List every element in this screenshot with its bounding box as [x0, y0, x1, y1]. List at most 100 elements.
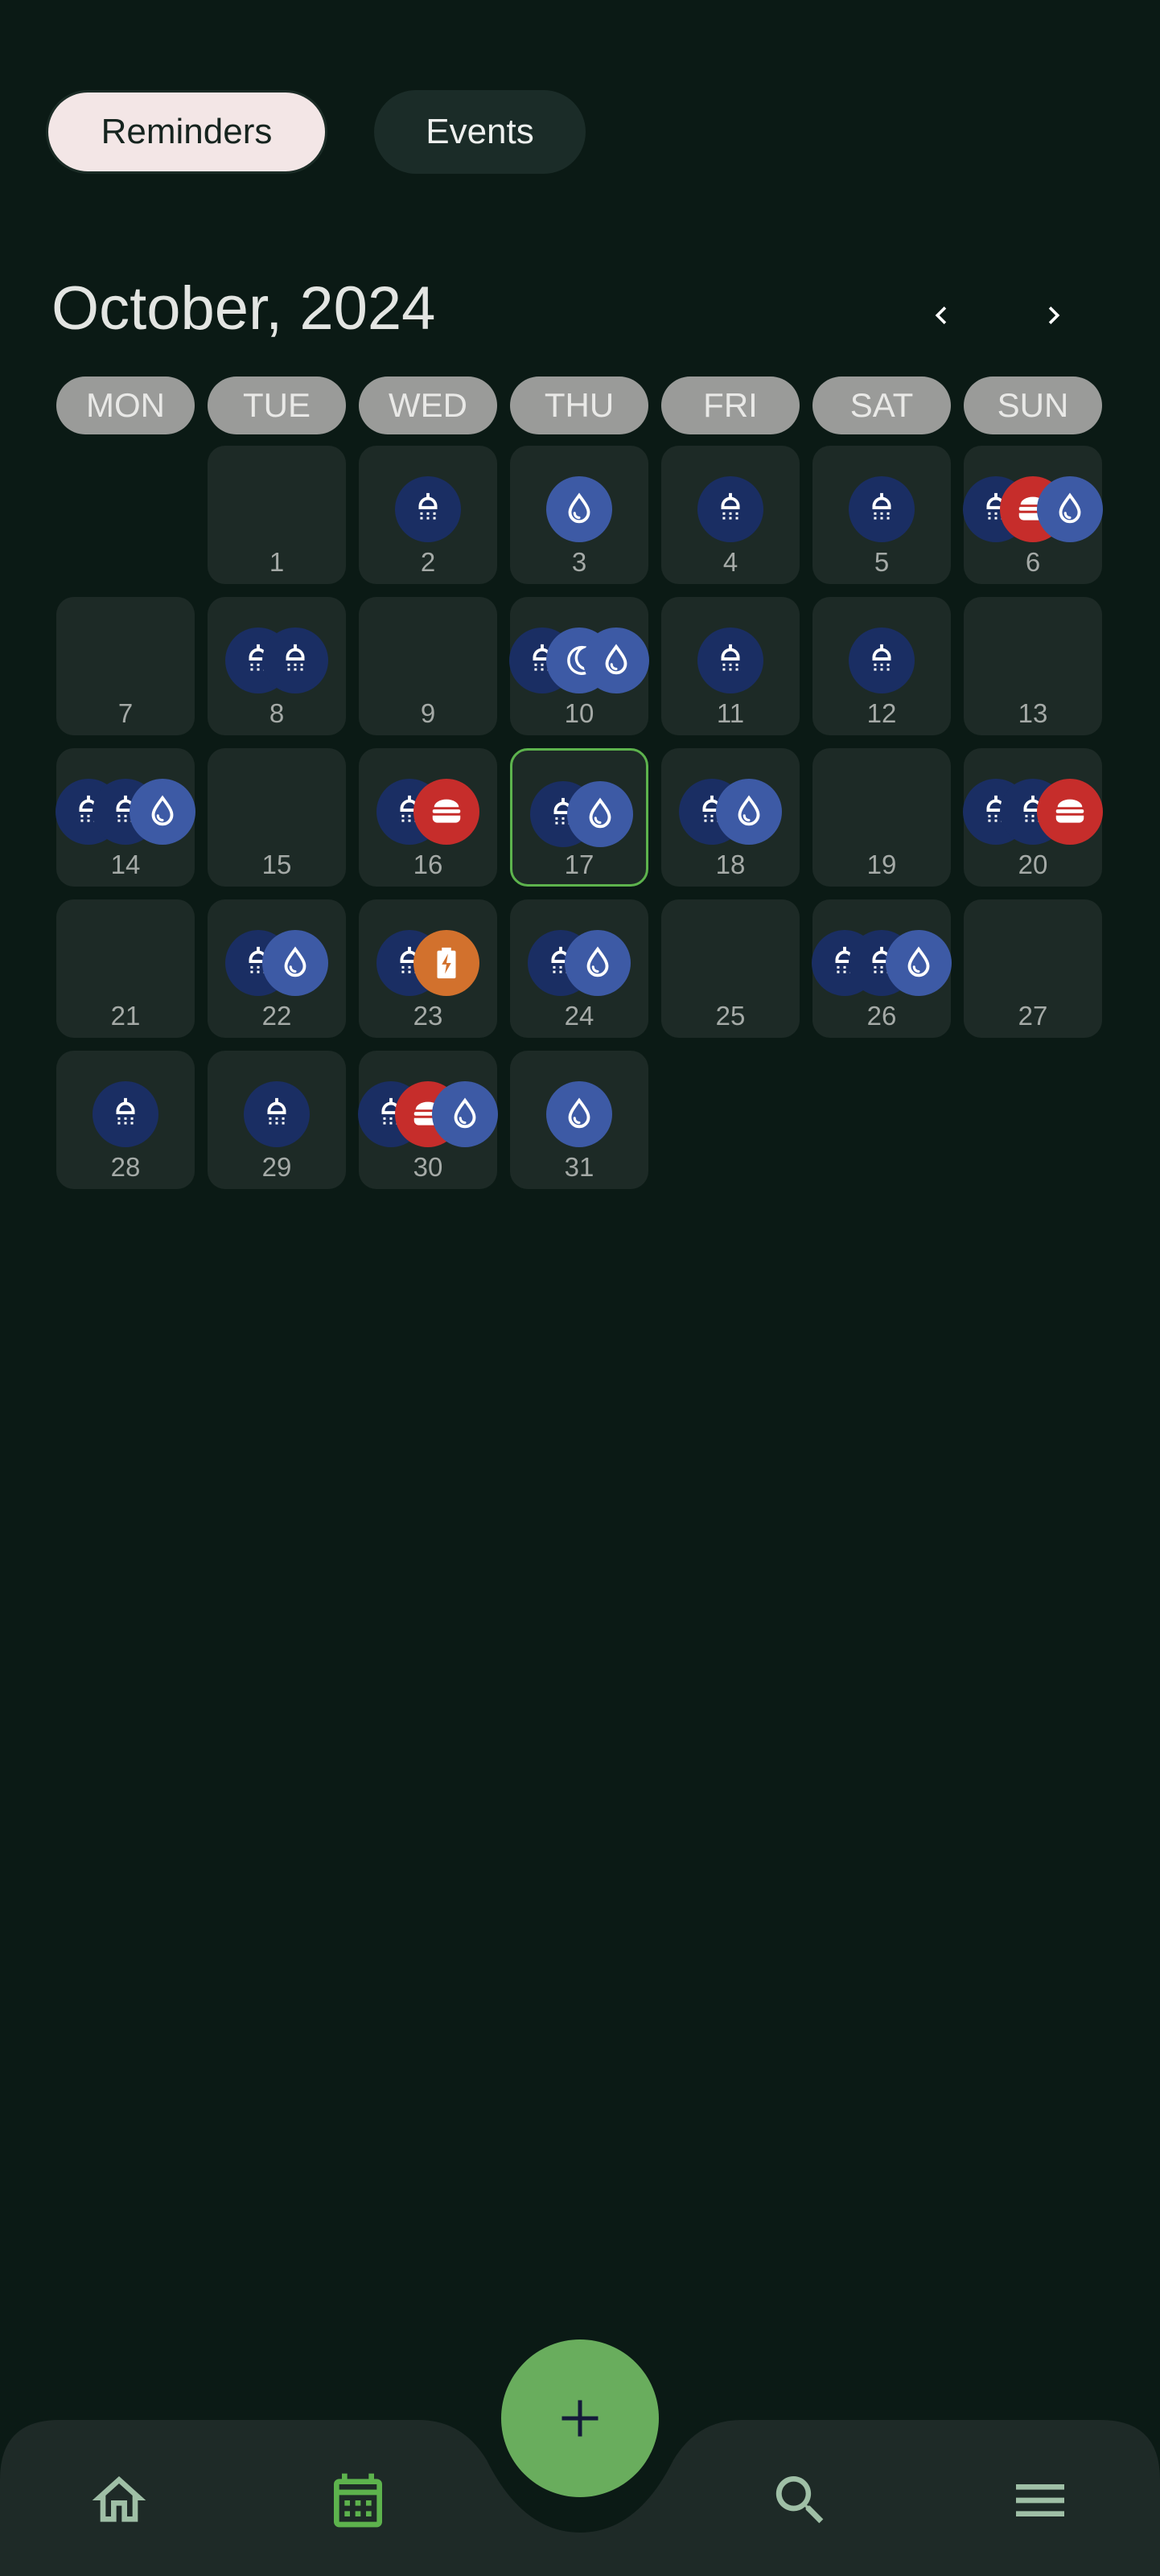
nav-calendar[interactable]: [318, 2465, 398, 2536]
day-reminder-icons: [812, 476, 951, 542]
chevron-right-icon: [1048, 307, 1060, 324]
nav-home[interactable]: [79, 2465, 159, 2536]
day-number: 27: [1018, 1001, 1048, 1031]
calendar-day-17[interactable]: 17: [510, 748, 648, 887]
calendar-day-8[interactable]: 8: [208, 597, 346, 735]
calendar-day-1[interactable]: 1: [208, 446, 346, 584]
day-number: 9: [420, 698, 436, 728]
shower-icon: [244, 1081, 310, 1147]
day-number: 2: [420, 547, 436, 577]
calendar-day-24[interactable]: 24: [510, 899, 648, 1038]
calendar-day-9[interactable]: 9: [359, 597, 497, 735]
day-reminder-icons: [359, 476, 497, 542]
calendar-day-25[interactable]: 25: [661, 899, 800, 1038]
tab-reminders[interactable]: Reminders: [46, 90, 327, 174]
calendar-day-27[interactable]: 27: [964, 899, 1102, 1038]
day-number: 6: [1025, 547, 1041, 577]
weekday-wed: WED: [359, 377, 497, 434]
day-reminder-icons: [510, 476, 648, 542]
calendar-day-4[interactable]: 4: [661, 446, 800, 584]
day-number: 15: [261, 850, 292, 879]
shower-icon: [849, 628, 915, 693]
day-number: 13: [1018, 698, 1048, 728]
day-number: 11: [716, 698, 745, 728]
day-reminder-icons: [510, 930, 648, 996]
water-drop-icon: [432, 1081, 498, 1147]
calendar-day-18[interactable]: 18: [661, 748, 800, 887]
calendar-day-16[interactable]: 16: [359, 748, 497, 887]
shower-icon: [697, 628, 763, 693]
calendar-day-31[interactable]: 31: [510, 1051, 648, 1189]
shower-icon: [697, 476, 763, 542]
day-number: 3: [571, 547, 587, 577]
calendar-day-10[interactable]: 10: [509, 597, 649, 735]
calendar-day-15[interactable]: 15: [208, 748, 346, 887]
water-drop-icon: [130, 779, 195, 845]
calendar-day-6[interactable]: 6: [963, 446, 1103, 584]
calendar-day-5[interactable]: 5: [812, 446, 951, 584]
calendar-day-21[interactable]: 21: [56, 899, 195, 1038]
weekday-tue: TUE: [208, 377, 346, 434]
tab-events[interactable]: Events: [374, 90, 586, 174]
shower-icon: [93, 1081, 158, 1147]
day-number: 17: [564, 850, 594, 879]
day-reminder-icons: [661, 628, 800, 693]
day-reminder-icons: [56, 779, 195, 845]
month-title: October, 2024: [51, 274, 436, 343]
water-drop-icon: [262, 930, 328, 996]
day-reminder-icons: [512, 781, 646, 847]
calendar-day-29[interactable]: 29: [208, 1051, 346, 1189]
day-number: 10: [564, 698, 594, 728]
day-number: 29: [261, 1152, 292, 1182]
shower-icon: [849, 476, 915, 542]
day-number: 31: [564, 1152, 594, 1182]
nav-search[interactable]: [760, 2465, 841, 2536]
calendar-day-11[interactable]: 11: [661, 597, 800, 735]
day-number: 16: [413, 850, 443, 879]
next-month-button[interactable]: [1022, 283, 1086, 348]
weekday-sat: SAT: [812, 377, 951, 434]
search-icon: [775, 2476, 824, 2524]
weekday-sun: SUN: [964, 377, 1102, 434]
day-reminder-icons: [358, 1081, 498, 1147]
water-drop-icon: [546, 1081, 612, 1147]
day-reminder-icons: [661, 779, 800, 845]
calendar-day-30[interactable]: 30: [358, 1051, 498, 1189]
calendar-day-23[interactable]: 23: [359, 899, 497, 1038]
water-drop-icon: [583, 628, 649, 693]
weekday-fri: FRI: [661, 377, 800, 434]
previous-month-button[interactable]: [909, 283, 973, 348]
day-number: 5: [874, 547, 890, 577]
calendar-day-22[interactable]: 22: [208, 899, 346, 1038]
calendar-day-28[interactable]: 28: [56, 1051, 195, 1189]
water-drop-icon: [886, 930, 952, 996]
day-reminder-icons: [359, 779, 497, 845]
menu-icon: [1016, 2484, 1064, 2516]
water-drop-icon: [546, 476, 612, 542]
day-reminder-icons: [963, 476, 1103, 542]
day-number: 12: [866, 698, 897, 728]
calendar-day-3[interactable]: 3: [510, 446, 648, 584]
calendar-day-19[interactable]: 19: [812, 748, 951, 887]
water-drop-icon: [716, 779, 782, 845]
calendar-day-7[interactable]: 7: [56, 597, 195, 735]
tab-events-label: Events: [426, 112, 534, 151]
battery-charging-icon: [413, 930, 479, 996]
add-reminder-button[interactable]: [501, 2339, 659, 2497]
day-reminder-icons: [208, 628, 346, 693]
calendar-day-12[interactable]: 12: [812, 597, 951, 735]
chevron-left-icon: [935, 307, 947, 324]
calendar-day-13[interactable]: 13: [964, 597, 1102, 735]
day-number: 24: [564, 1001, 594, 1031]
calendar-day-14[interactable]: 14: [56, 748, 195, 887]
day-reminder-icons: [812, 930, 952, 996]
calendar-day-20[interactable]: 20: [963, 748, 1103, 887]
day-number: 26: [866, 1001, 897, 1031]
calendar-day-2[interactable]: 2: [359, 446, 497, 584]
day-number: 20: [1018, 850, 1048, 879]
day-number: 25: [715, 1001, 746, 1031]
day-number: 22: [261, 1001, 292, 1031]
calendar-day-26[interactable]: 26: [812, 899, 952, 1038]
day-number: 14: [110, 850, 141, 879]
nav-menu[interactable]: [1000, 2465, 1080, 2536]
